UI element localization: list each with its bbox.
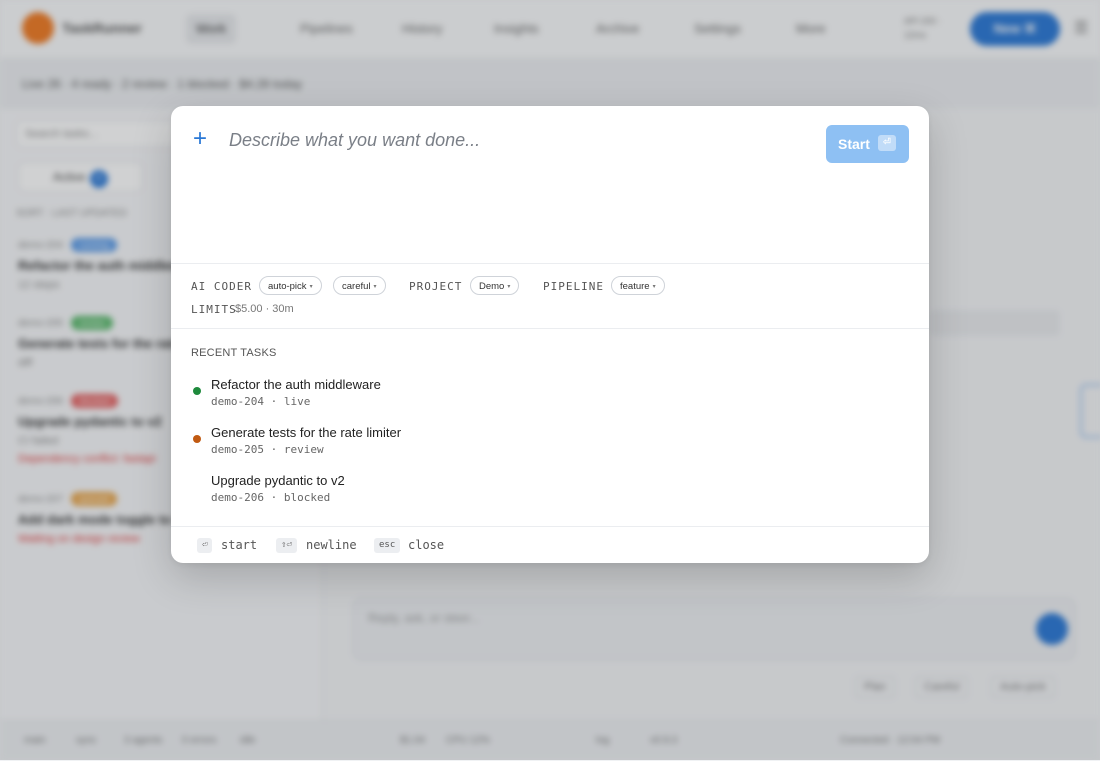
recent-task-title: Refactor the auth middleware [211,377,381,392]
divider [171,263,929,264]
limits-value[interactable]: $5.00 · 30m [235,303,294,315]
start-button[interactable]: Start ⏎ [826,125,909,163]
status-dot-icon [193,435,201,443]
recent-task-title: Generate tests for the rate limiter [211,425,402,440]
recent-tasks-heading: RECENT TASKS [191,347,277,359]
project-value: Demo [479,281,505,292]
shortcut-newline-hint: newline [306,538,357,552]
enter-key-icon: ⏎ [878,135,896,151]
esc-key-icon: esc [374,538,401,553]
ai-coder-model-value: auto-pick [268,281,307,292]
ai-coder-model-select[interactable]: auto-pick ▾ [259,276,322,295]
status-dot-icon [193,387,201,395]
caret-down-icon: ▾ [652,284,656,290]
pipeline-label: PIPELINE [543,280,604,293]
ai-coder-mode-select[interactable]: careful ▾ [333,276,386,295]
enter-key-icon: ⏎ [197,538,213,553]
limits-label: LIMITS [191,303,237,316]
pipeline-select[interactable]: feature ▾ [611,276,665,295]
shortcut-close-hint: close [408,538,445,552]
divider [171,526,929,527]
task-description-input[interactable] [227,124,791,156]
recent-task-item[interactable]: Generate tests for the rate limiter demo… [171,425,929,469]
shortcut-start-hint: start [221,538,258,552]
recent-task-title: Upgrade pydantic to v2 [211,473,345,488]
start-button-label: Start [838,136,870,152]
recent-task-item[interactable]: Upgrade pydantic to v2 demo-206 · blocke… [171,473,929,517]
pipeline-value: feature [620,281,650,292]
recent-task-meta: demo-204 · live [211,395,311,408]
caret-down-icon: ▾ [507,284,511,290]
divider [171,328,929,329]
shift-enter-key-icon: ⇧⏎ [276,538,297,553]
recent-task-meta: demo-206 · blocked [211,491,331,504]
ai-coder-label: AI CODER [191,280,252,293]
new-task-modal: + Start ⏎ AI CODER auto-pick▾ careful▾ P… [171,106,929,563]
project-select[interactable]: Demo ▾ [470,276,520,295]
project-label: PROJECT [409,280,463,293]
caret-down-icon: ▾ [309,284,313,290]
recent-task-item[interactable]: Refactor the auth middleware demo-204 · … [171,377,929,421]
caret-down-icon: ▾ [373,284,377,290]
plus-icon[interactable]: + [193,127,211,151]
recent-task-meta: demo-205 · review [211,443,324,456]
ai-coder-mode-value: careful [342,281,371,292]
